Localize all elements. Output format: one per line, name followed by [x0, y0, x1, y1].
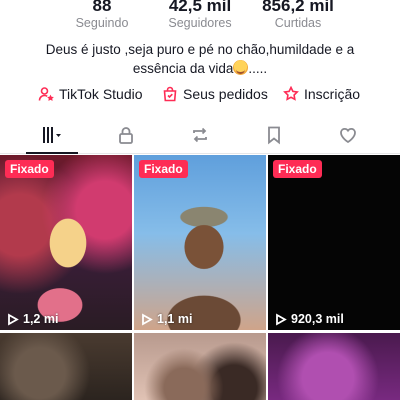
person-star-icon	[38, 87, 54, 101]
heart-icon	[340, 127, 356, 144]
profile-links: TikTok Studio Seus pedidos Inscrição	[0, 86, 400, 106]
bio-ellipsis: .....	[248, 61, 268, 76]
tab-liked[interactable]	[318, 122, 378, 148]
shopping-bag-icon	[163, 86, 177, 102]
tab-reposts[interactable]	[170, 122, 230, 148]
view-count-label: 920,3 mil	[291, 312, 344, 326]
tab-favorites[interactable]	[244, 122, 304, 148]
view-count-label: 1,2 mi	[23, 312, 59, 326]
repost-icon	[193, 127, 207, 143]
following-stat[interactable]: 88 Seguindo	[62, 0, 142, 31]
profile-bio: Deus é justo ,seja puro e pé no chão,hum…	[20, 40, 380, 78]
followers-count: 42,5 mil	[168, 0, 232, 15]
star-ribbon-icon	[283, 86, 299, 101]
video-thumbnail[interactable]: Fixado 1,2 mi	[0, 155, 132, 330]
tiktok-studio-link[interactable]: TikTok Studio	[38, 86, 143, 102]
tab-videos[interactable]	[22, 122, 82, 154]
view-count: 1,2 mi	[6, 312, 58, 326]
view-count: 1,1 mi	[140, 312, 192, 326]
subscription-label: Inscrição	[304, 86, 361, 102]
video-thumbnail[interactable]	[268, 333, 400, 400]
bio-text: Deus é justo ,seja puro e pé no chão,hum…	[45, 42, 355, 76]
view-count: 920,3 mil	[274, 312, 344, 326]
lock-icon	[119, 127, 133, 144]
video-thumbnail[interactable]: Fixado 920,3 mil	[268, 155, 400, 330]
profile-tabs	[0, 118, 400, 154]
pinned-badge: Fixado	[273, 160, 322, 178]
view-count-label: 1,1 mi	[157, 312, 193, 326]
pinned-badge: Fixado	[5, 160, 54, 178]
likes-label: Curtidas	[274, 16, 322, 30]
profile-stats: 88 Seguindo 42,5 mil Seguidores 856,2 mi…	[0, 0, 400, 34]
video-thumbnail[interactable]: Fixado 1,1 mi	[134, 155, 266, 330]
play-icon	[276, 312, 287, 326]
followers-stat[interactable]: 42,5 mil Seguidores	[158, 0, 242, 31]
play-icon	[142, 312, 153, 326]
play-icon	[8, 312, 19, 326]
pinned-badge: Fixado	[139, 160, 188, 178]
video-thumbnail[interactable]	[0, 333, 132, 400]
likes-count: 856,2 mil	[262, 0, 334, 15]
video-thumbnail[interactable]	[134, 333, 266, 400]
tab-private[interactable]	[96, 122, 156, 148]
smiling-face-icon	[233, 60, 249, 75]
followers-label: Seguidores	[168, 16, 232, 30]
grid-icon	[43, 127, 61, 143]
orders-link[interactable]: Seus pedidos	[162, 86, 268, 102]
bookmark-icon	[268, 126, 280, 145]
orders-label: Seus pedidos	[183, 86, 268, 102]
following-label: Seguindo	[75, 16, 129, 30]
subscription-link[interactable]: Inscrição	[283, 86, 360, 102]
video-grid: Fixado 1,2 mi Fixado 1,1 mi Fixado 920,3…	[0, 155, 400, 400]
likes-stat[interactable]: 856,2 mil Curtidas	[256, 0, 340, 31]
following-count: 88	[92, 0, 112, 15]
tiktok-studio-label: TikTok Studio	[59, 86, 143, 102]
